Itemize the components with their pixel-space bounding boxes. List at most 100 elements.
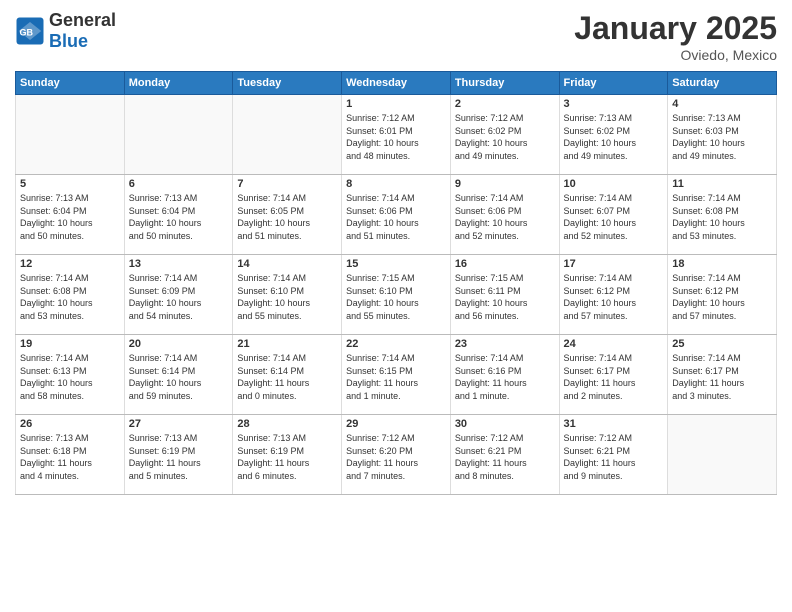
- day-number: 1: [346, 98, 446, 110]
- day-info: Sunrise: 7:12 AM Sunset: 6:21 PM Dayligh…: [564, 432, 664, 482]
- day-info: Sunrise: 7:13 AM Sunset: 6:19 PM Dayligh…: [237, 432, 337, 482]
- day-cell: 2Sunrise: 7:12 AM Sunset: 6:02 PM Daylig…: [450, 95, 559, 175]
- day-number: 18: [672, 258, 772, 270]
- day-number: 8: [346, 178, 446, 190]
- day-cell: 1 Sunrise: 7:12 AM Sunset: 6:01 PM Daylig…: [342, 95, 451, 175]
- day-cell: 18 Sunrise: 7:14 AM Sunset: 6:12 PM Dayli…: [668, 255, 777, 335]
- day-info: Sunrise: 7:14 AM Sunset: 6:12 PM Dayligh…: [564, 272, 664, 322]
- day-info: Sunrise: 7:15 AM Sunset: 6:11 PM Dayligh…: [455, 272, 555, 322]
- weekday-header-row: Sunday Monday Tuesday Wednesday Thursday…: [16, 72, 777, 95]
- calendar-table: Sunday Monday Tuesday Wednesday Thursday…: [15, 71, 777, 495]
- day-info: Sunrise: 7:14 AM Sunset: 6:10 PM Dayligh…: [237, 272, 337, 322]
- day-number: 9: [455, 178, 555, 190]
- month-title: January 2025: [574, 10, 777, 47]
- day-info: Sunrise: 7:14 AM Sunset: 6:12 PM Dayligh…: [672, 272, 772, 322]
- day-cell: 12 Sunrise: 7:14 AM Sunset: 6:08 PM Dayli…: [16, 255, 125, 335]
- day-number: 19: [20, 338, 120, 350]
- day-cell: 11Sunrise: 7:14 AM Sunset: 6:08 PM Dayli…: [668, 175, 777, 255]
- day-info: Sunrise: 7:12 AM Sunset: 6:21 PM Dayligh…: [455, 432, 555, 482]
- week-row-4: 19Sunrise: 7:14 AM Sunset: 6:13 PM Dayli…: [16, 335, 777, 415]
- day-info: Sunrise: 7:14 AM Sunset: 6:06 PM Dayligh…: [346, 192, 446, 242]
- day-number: 15: [346, 258, 446, 270]
- day-info: Sunrise: 7:12 AM Sunset: 6:01 PM Dayligh…: [346, 112, 446, 162]
- logo-general-text: General: [49, 10, 116, 30]
- day-number: 2: [455, 98, 555, 110]
- day-cell: 20 Sunrise: 7:14 AM Sunset: 6:14 PM Dayli…: [124, 335, 233, 415]
- header-thursday: Thursday: [450, 72, 559, 95]
- week-row-2: 5 Sunrise: 7:13 AM Sunset: 6:04 PM Daylig…: [16, 175, 777, 255]
- day-number: 30: [455, 418, 555, 430]
- day-number: 12: [20, 258, 120, 270]
- day-cell: 9 Sunrise: 7:14 AM Sunset: 6:06 PM Daylig…: [450, 175, 559, 255]
- day-info: Sunrise: 7:13 AM Sunset: 6:02 PM Dayligh…: [564, 112, 664, 162]
- day-number: 22: [346, 338, 446, 350]
- header-sunday: Sunday: [16, 72, 125, 95]
- day-info: Sunrise: 7:12 AM Sunset: 6:20 PM Dayligh…: [346, 432, 446, 482]
- day-info: Sunrise: 7:14 AM Sunset: 6:05 PM Dayligh…: [237, 192, 337, 242]
- day-cell: 19Sunrise: 7:14 AM Sunset: 6:13 PM Dayli…: [16, 335, 125, 415]
- day-number: 28: [237, 418, 337, 430]
- day-cell: [16, 95, 125, 175]
- day-cell: 25Sunrise: 7:14 AM Sunset: 6:17 PM Dayli…: [668, 335, 777, 415]
- day-info: Sunrise: 7:14 AM Sunset: 6:16 PM Dayligh…: [455, 352, 555, 402]
- day-number: 5: [20, 178, 120, 190]
- location: Oviedo, Mexico: [574, 47, 777, 63]
- day-cell: 15Sunrise: 7:15 AM Sunset: 6:10 PM Dayli…: [342, 255, 451, 335]
- day-number: 27: [129, 418, 229, 430]
- day-cell: 7Sunrise: 7:14 AM Sunset: 6:05 PM Daylig…: [233, 175, 342, 255]
- day-number: 6: [129, 178, 229, 190]
- day-info: Sunrise: 7:13 AM Sunset: 6:04 PM Dayligh…: [20, 192, 120, 242]
- day-cell: 27Sunrise: 7:13 AM Sunset: 6:19 PM Dayli…: [124, 415, 233, 495]
- day-cell: [668, 415, 777, 495]
- logo-blue-text: Blue: [49, 31, 88, 51]
- day-cell: 14 Sunrise: 7:14 AM Sunset: 6:10 PM Dayli…: [233, 255, 342, 335]
- day-cell: 31Sunrise: 7:12 AM Sunset: 6:21 PM Dayli…: [559, 415, 668, 495]
- week-row-5: 26Sunrise: 7:13 AM Sunset: 6:18 PM Dayli…: [16, 415, 777, 495]
- day-cell: 28 Sunrise: 7:13 AM Sunset: 6:19 PM Dayli…: [233, 415, 342, 495]
- day-cell: 29 Sunrise: 7:12 AM Sunset: 6:20 PM Dayli…: [342, 415, 451, 495]
- day-number: 20: [129, 338, 229, 350]
- day-cell: 30 Sunrise: 7:12 AM Sunset: 6:21 PM Dayli…: [450, 415, 559, 495]
- day-number: 25: [672, 338, 772, 350]
- day-number: 21: [237, 338, 337, 350]
- day-info: Sunrise: 7:14 AM Sunset: 6:17 PM Dayligh…: [564, 352, 664, 402]
- day-cell: 8 Sunrise: 7:14 AM Sunset: 6:06 PM Daylig…: [342, 175, 451, 255]
- day-cell: 26Sunrise: 7:13 AM Sunset: 6:18 PM Dayli…: [16, 415, 125, 495]
- logo-icon: GB: [15, 16, 45, 46]
- day-number: 4: [672, 98, 772, 110]
- week-row-1: 1 Sunrise: 7:12 AM Sunset: 6:01 PM Daylig…: [16, 95, 777, 175]
- header-wednesday: Wednesday: [342, 72, 451, 95]
- day-number: 24: [564, 338, 664, 350]
- day-info: Sunrise: 7:14 AM Sunset: 6:14 PM Dayligh…: [129, 352, 229, 402]
- day-info: Sunrise: 7:13 AM Sunset: 6:18 PM Dayligh…: [20, 432, 120, 482]
- day-number: 16: [455, 258, 555, 270]
- logo: GB General Blue: [15, 10, 116, 52]
- day-cell: 22Sunrise: 7:14 AM Sunset: 6:15 PM Dayli…: [342, 335, 451, 415]
- day-cell: 6 Sunrise: 7:13 AM Sunset: 6:04 PM Daylig…: [124, 175, 233, 255]
- day-info: Sunrise: 7:14 AM Sunset: 6:14 PM Dayligh…: [237, 352, 337, 402]
- header-saturday: Saturday: [668, 72, 777, 95]
- day-info: Sunrise: 7:14 AM Sunset: 6:09 PM Dayligh…: [129, 272, 229, 322]
- day-cell: 16 Sunrise: 7:15 AM Sunset: 6:11 PM Dayli…: [450, 255, 559, 335]
- svg-text:GB: GB: [20, 28, 34, 38]
- day-cell: 17 Sunrise: 7:14 AM Sunset: 6:12 PM Dayli…: [559, 255, 668, 335]
- day-cell: 3 Sunrise: 7:13 AM Sunset: 6:02 PM Daylig…: [559, 95, 668, 175]
- day-number: 11: [672, 178, 772, 190]
- day-info: Sunrise: 7:14 AM Sunset: 6:08 PM Dayligh…: [20, 272, 120, 322]
- day-info: Sunrise: 7:14 AM Sunset: 6:07 PM Dayligh…: [564, 192, 664, 242]
- day-number: 10: [564, 178, 664, 190]
- day-number: 17: [564, 258, 664, 270]
- day-cell: 5 Sunrise: 7:13 AM Sunset: 6:04 PM Daylig…: [16, 175, 125, 255]
- header: GB General Blue January 2025 Oviedo, Mex…: [15, 10, 777, 63]
- day-number: 14: [237, 258, 337, 270]
- day-info: Sunrise: 7:14 AM Sunset: 6:06 PM Dayligh…: [455, 192, 555, 242]
- header-monday: Monday: [124, 72, 233, 95]
- day-number: 29: [346, 418, 446, 430]
- day-cell: [233, 95, 342, 175]
- day-info: Sunrise: 7:13 AM Sunset: 6:04 PM Dayligh…: [129, 192, 229, 242]
- day-number: 13: [129, 258, 229, 270]
- header-tuesday: Tuesday: [233, 72, 342, 95]
- day-cell: 10 Sunrise: 7:14 AM Sunset: 6:07 PM Dayli…: [559, 175, 668, 255]
- day-number: 3: [564, 98, 664, 110]
- header-friday: Friday: [559, 72, 668, 95]
